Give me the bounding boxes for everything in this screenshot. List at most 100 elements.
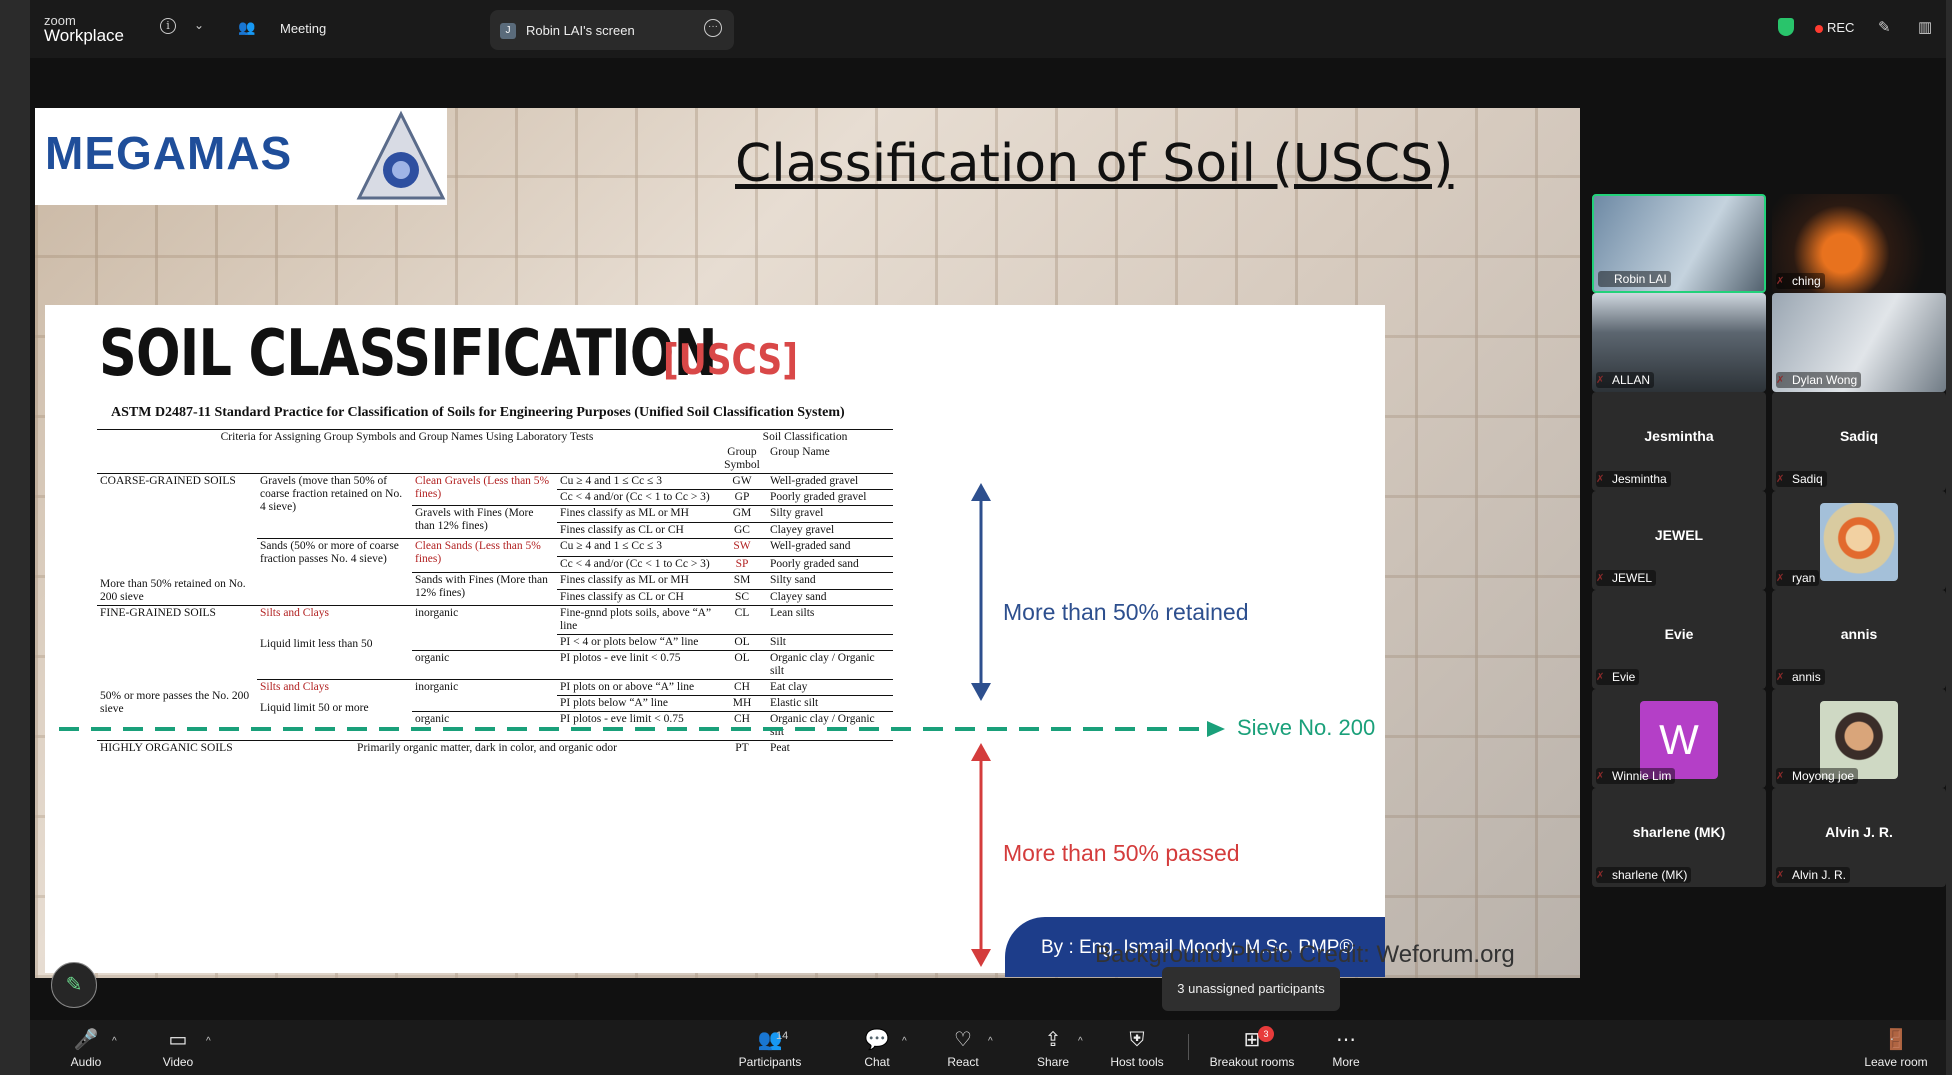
gravels-fines-label: Gravels with Fines (More than 12% fines) <box>412 504 557 539</box>
breakout-tooltip: 3 unassigned participants <box>1162 967 1340 1011</box>
react-label: React <box>947 1055 979 1069</box>
fine-passes-label: 50% or more passes the No. 200 sieve <box>100 690 250 715</box>
info-icon[interactable]: i <box>160 18 176 34</box>
group-name-header: Group Name <box>770 446 830 458</box>
participant-name: Alvin J. R. <box>1776 867 1851 883</box>
breakout-badge: 3 <box>1258 1026 1274 1042</box>
crit-cell: Fines classify as CL or CH <box>557 522 717 539</box>
meeting-label[interactable]: Meeting <box>280 21 326 36</box>
sym-cell: SM <box>717 571 767 590</box>
retained-arrowhead-up <box>971 483 991 501</box>
participant-big-name: Alvin J. R. <box>1825 824 1893 840</box>
name-cell: Elastic silt <box>767 695 893 712</box>
participant-tile[interactable]: Jesmintha ✗ Jesmintha <box>1592 392 1766 491</box>
participants-icon: 👥 <box>757 1029 783 1051</box>
breakout-rooms-button[interactable]: ⊞ 3 Breakout rooms <box>1206 1026 1298 1069</box>
audio-button[interactable]: 🎤 Audio <box>60 1028 112 1069</box>
chat-options-caret-icon[interactable]: ^ <box>902 1036 907 1047</box>
passed-label: More than 50% passed <box>1003 840 1240 866</box>
crit-cell: Fine-gnnd plots soils, above “A” line <box>557 605 717 635</box>
logo-wordmark: MEGAMAS <box>45 127 293 179</box>
participant-name: ryan <box>1776 570 1820 586</box>
participants-label: Participants <box>738 1055 802 1069</box>
company-logo: MEGAMAS <box>35 108 447 205</box>
share-options-caret-icon[interactable]: ^ <box>1078 1036 1083 1047</box>
sym-cell: CH <box>717 679 767 696</box>
name-cell: Poorly graded gravel <box>767 489 893 506</box>
chevron-down-icon[interactable]: ⌄ <box>194 18 204 32</box>
crit-cell: Fines classify as ML or MH <box>557 571 717 590</box>
photo-credit: Background Photo Credit: Weforum.org <box>1095 941 1515 968</box>
participant-tile[interactable]: Sadiq ✗ Sadiq <box>1772 392 1946 491</box>
layout-icon[interactable]: ▥ <box>1918 18 1932 36</box>
participant-name: ching <box>1776 273 1825 289</box>
participant-tile[interactable]: Evie ✗ Evie <box>1592 590 1766 689</box>
crit-cell: PI plots on or above “A” line <box>557 679 717 696</box>
participant-name: Jesmintha <box>1596 471 1671 487</box>
participant-tile[interactable]: Alvin J. R. ✗ Alvin J. R. <box>1772 788 1946 887</box>
shield-icon[interactable] <box>1778 18 1794 36</box>
participant-tile[interactable]: ✗ ryan <box>1772 491 1946 590</box>
pen-icon[interactable]: ✎ <box>1878 18 1891 36</box>
participant-tile[interactable]: JEWEL ✗ JEWEL <box>1592 491 1766 590</box>
toolbar-divider <box>1188 1034 1189 1060</box>
participant-name: Dylan Wong <box>1776 372 1862 388</box>
participant-tile[interactable]: ✗ Moyong joe <box>1772 689 1946 788</box>
participants-button[interactable]: 👥 14 Participants <box>732 1028 808 1069</box>
name-cell: Peat <box>767 740 893 756</box>
crit-cell: PI plotos - eve linit < 0.75 <box>557 650 717 680</box>
participant-tile[interactable]: ✗ Dylan Wong <box>1772 293 1946 392</box>
participant-tile[interactable]: sharlene (MK) ✗ sharlene (MK) <box>1592 788 1766 887</box>
zoom-window: zoom Workplace i ⌄ 👥 Meeting J Robin LAI… <box>0 0 1952 1075</box>
share-button[interactable]: ⇪ Share <box>1030 1028 1076 1069</box>
silts-clays-label: Silts and Clays <box>260 607 330 619</box>
participant-name: Evie <box>1596 669 1640 685</box>
share-label: Share <box>1036 1055 1070 1069</box>
participant-tile[interactable]: annis ✗ annis <box>1772 590 1946 689</box>
retained-label: More than 50% retained <box>1003 599 1249 625</box>
chat-button[interactable]: 💬 Chat <box>852 1028 902 1069</box>
sym-cell: PT <box>717 740 767 756</box>
sharer-avatar: J <box>500 23 516 39</box>
host-tools-button[interactable]: ⛨ Host tools <box>1104 1028 1170 1069</box>
chat-icon: 💬 <box>864 1029 890 1051</box>
name-cell: Silty sand <box>767 571 893 590</box>
name-cell: Silt <box>767 634 893 651</box>
participant-name: Winnie Lim <box>1596 768 1676 784</box>
coarse-retained-label: More than 50% retained on No. 200 sieve <box>100 578 246 603</box>
slide-title: Classification of Soil (USCS) <box>735 134 1454 194</box>
record-indicator-icon <box>1815 25 1823 33</box>
sym-cell: SC <box>717 589 767 606</box>
react-options-caret-icon[interactable]: ^ <box>988 1036 993 1047</box>
react-button[interactable]: ♡ React <box>938 1028 988 1069</box>
participant-tile[interactable]: ✗ ching <box>1772 194 1946 293</box>
crit-cell: PI < 4 or plots below “A” line <box>557 634 717 651</box>
screen-share-tab[interactable]: J Robin LAI's screen ··· <box>490 10 734 50</box>
leave-door-icon: 🚪 <box>1883 1029 1909 1051</box>
participant-tile[interactable]: Robin LAI <box>1592 194 1766 293</box>
video-options-caret-icon[interactable]: ^ <box>206 1036 211 1047</box>
soil-classification-header: Soil Classification <box>717 429 893 445</box>
participant-name: Moyong joe <box>1776 768 1859 784</box>
zoom-logo: zoom Workplace <box>44 14 124 44</box>
participant-tile[interactable]: ✗ ALLAN <box>1592 293 1766 392</box>
more-options-icon[interactable]: ··· <box>704 19 722 37</box>
rec-label[interactable]: REC <box>1827 20 1854 35</box>
crit-cell: Cc < 4 and/or (Cc < 1 to Cc > 3) <box>557 555 717 573</box>
leave-room-button[interactable]: 🚪 Leave room <box>1864 1028 1928 1069</box>
fine-cell: FINE-GRAINED SOILS 50% or more passes th… <box>97 605 257 741</box>
participant-name: JEWEL <box>1596 570 1657 586</box>
name-cell: Eat clay <box>767 679 893 696</box>
annotate-button[interactable]: ✎ <box>51 962 97 1008</box>
sands-fines-label: Sands with Fines (More than 12% fines) <box>412 571 557 606</box>
participant-big-name: JEWEL <box>1654 527 1704 543</box>
inorganic-label: inorganic <box>412 679 557 712</box>
more-button[interactable]: ⋯ More <box>1326 1028 1366 1069</box>
audio-options-caret-icon[interactable]: ^ <box>112 1036 117 1047</box>
silts-clays-label: Silts and Clays <box>260 681 330 693</box>
participant-tile[interactable]: W ✗ Winnie Lim <box>1592 689 1766 788</box>
sym-cell: SW <box>717 538 767 557</box>
passed-arrowhead-up <box>971 743 991 761</box>
panel-heading-tag: [USCS] <box>663 335 798 384</box>
video-button[interactable]: ▭ Video <box>150 1028 206 1069</box>
